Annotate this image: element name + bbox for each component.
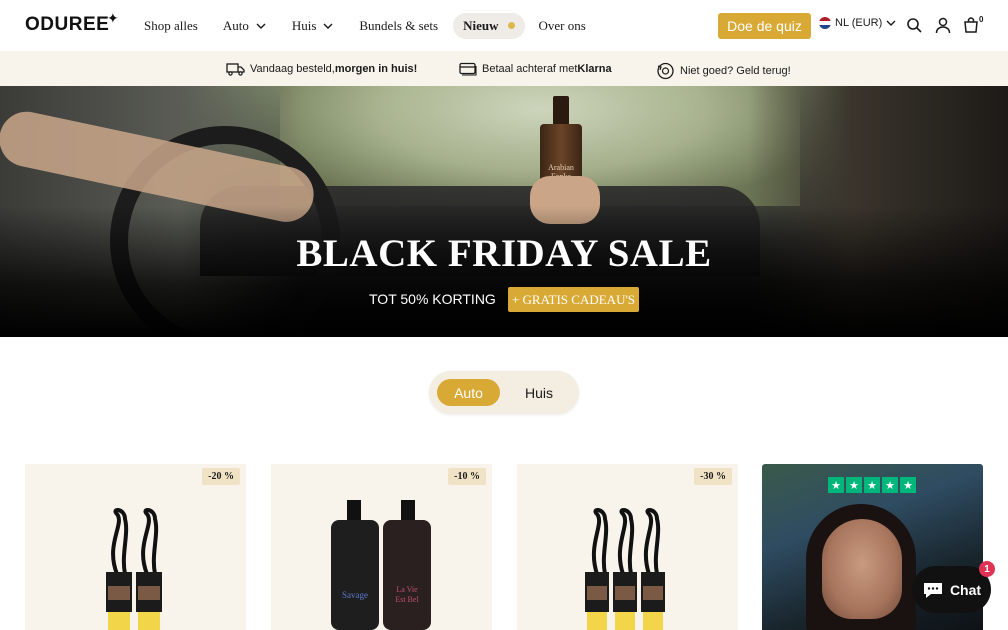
promo-image-face xyxy=(822,519,902,619)
hero-banner[interactable]: Arabian Fonka BLACK FRIDAY SALE TOT 50% … xyxy=(0,86,1008,337)
svg-text:Est Bel: Est Bel xyxy=(395,595,419,604)
tab-huis[interactable]: Huis xyxy=(509,379,569,406)
locale-selector[interactable]: NL (EUR) xyxy=(819,17,897,29)
usp-delivery-text: Vandaag besteld, xyxy=(250,63,335,75)
site-header: ODUREE ✦ Shop alles Auto Huis Bundels & … xyxy=(0,0,1008,51)
category-tabs: Auto Huis xyxy=(429,371,579,414)
product-card[interactable]: -20 % xyxy=(25,464,246,630)
star-icon: ★ xyxy=(828,477,844,493)
chat-label: Chat xyxy=(949,581,982,598)
product-card[interactable]: Savage La Vie Est Bel -10 % xyxy=(271,464,492,630)
usp-klarna: Betaal achteraf met Klarna xyxy=(459,62,612,76)
usp-bar: Vandaag besteld, morgen in huis! Betaal … xyxy=(0,51,1008,86)
nav-over-ons[interactable]: Over ons xyxy=(539,18,586,34)
chevron-down-icon xyxy=(886,20,896,26)
hero-bottle-cap xyxy=(553,96,569,126)
star-icon: ★ xyxy=(864,477,880,493)
star-icon: ★ xyxy=(846,477,862,493)
flag-nl-icon xyxy=(819,17,831,29)
discount-badge: -10 % xyxy=(448,468,486,485)
refund-icon xyxy=(657,62,674,80)
nav-bundels[interactable]: Bundels & sets xyxy=(359,18,438,34)
usp-delivery: Vandaag besteld, morgen in huis! xyxy=(226,62,417,76)
tab-auto[interactable]: Auto xyxy=(437,379,500,406)
logo[interactable]: ODUREE xyxy=(25,14,109,36)
hero-gift-badge: + GRATIS CADEAU'S xyxy=(508,287,639,312)
product-card[interactable]: -30 % xyxy=(517,464,738,630)
usp-klarna-bold: Klarna xyxy=(577,63,612,75)
search-icon[interactable] xyxy=(906,17,922,33)
product-image: Savage La Vie Est Bel xyxy=(331,500,431,630)
nav-nieuw[interactable]: Nieuw xyxy=(453,12,525,39)
chevron-down-icon xyxy=(323,23,333,29)
nav-shop-alles[interactable]: Shop alles xyxy=(144,18,198,34)
product-image xyxy=(585,508,665,630)
hero-title: BLACK FRIDAY SALE xyxy=(296,232,712,275)
usp-delivery-bold: morgen in huis! xyxy=(334,63,418,75)
cart-icon[interactable] xyxy=(963,17,979,33)
nav-huis[interactable]: Huis xyxy=(292,18,335,34)
usp-refund-text: Niet goed? Geld terug! xyxy=(680,65,791,77)
discount-badge: -30 % xyxy=(694,468,732,485)
account-icon[interactable] xyxy=(935,17,951,33)
trustpilot-stars: ★ ★ ★ ★ ★ xyxy=(828,477,918,493)
hero-subtitle: TOT 50% KORTING xyxy=(369,291,496,307)
svg-text:La Vie: La Vie xyxy=(396,585,418,594)
usp-klarna-text: Betaal achteraf met xyxy=(482,63,578,75)
main-nav: Shop alles Auto Huis Bundels & sets Nieu… xyxy=(144,0,611,51)
locale-label: NL (EUR) xyxy=(835,17,883,29)
usp-refund: Niet goed? Geld terug! xyxy=(656,62,791,80)
chat-unread-badge: 1 xyxy=(979,561,995,577)
logo-star-icon: ✦ xyxy=(107,10,119,26)
new-dot-icon xyxy=(507,22,515,29)
chat-bubble-icon xyxy=(923,582,942,598)
quiz-button[interactable]: Doe de quiz xyxy=(718,13,811,39)
chevron-down-icon xyxy=(256,23,266,29)
product-image xyxy=(106,508,162,630)
discount-badge: -20 % xyxy=(202,468,240,485)
nav-auto[interactable]: Auto xyxy=(223,18,267,34)
truck-icon xyxy=(226,63,245,76)
star-icon: ★ xyxy=(882,477,898,493)
card-icon xyxy=(459,62,477,76)
star-icon: ★ xyxy=(900,477,916,493)
svg-text:Savage: Savage xyxy=(342,590,368,600)
cart-count: 0 xyxy=(979,15,984,24)
